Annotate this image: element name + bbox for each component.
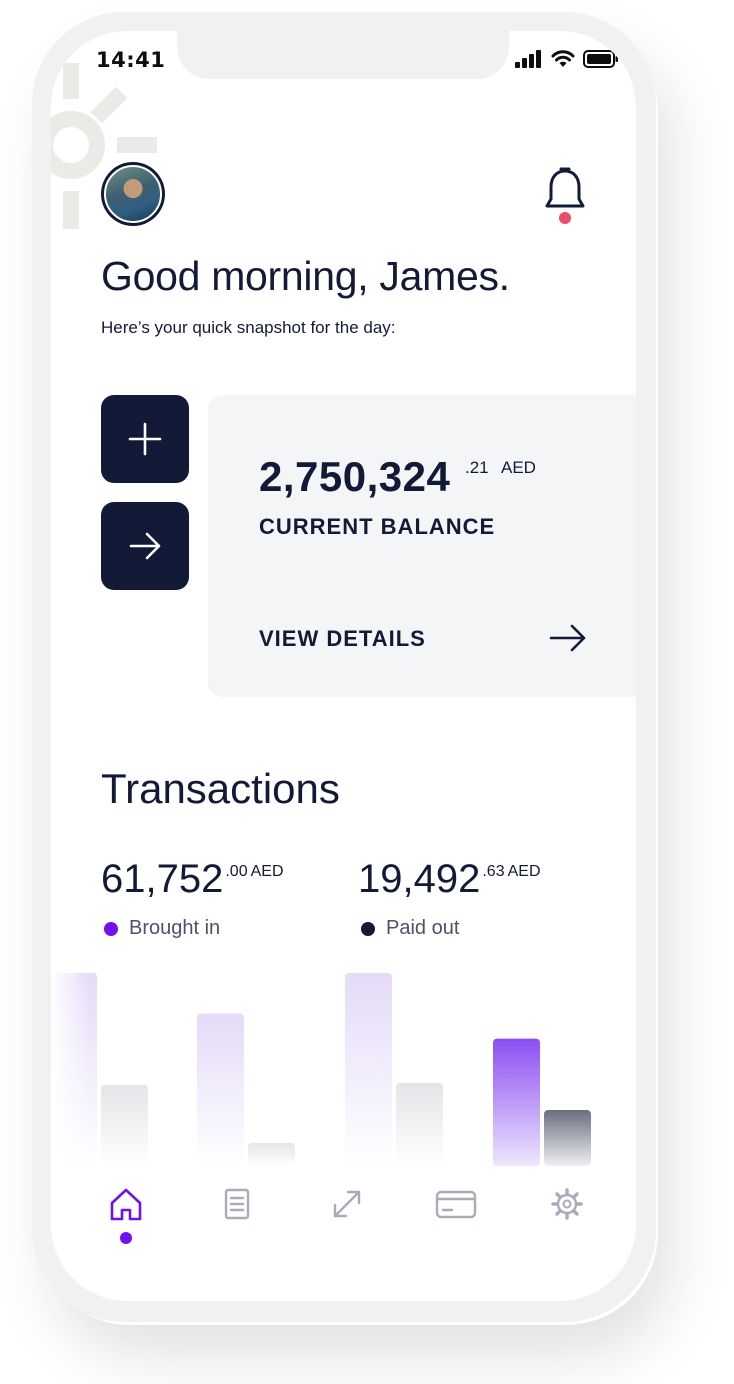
paid-out-dot <box>361 921 375 936</box>
avatar-photo <box>104 165 162 223</box>
home-icon <box>110 1188 142 1221</box>
nav-settings[interactable] <box>549 1186 585 1226</box>
brought-in-stat: 61,752.00 AED Brought in <box>101 857 284 939</box>
brought-in-label: Brought in <box>129 917 221 939</box>
balance-currency: AED <box>501 458 536 477</box>
notch <box>177 31 509 79</box>
balance-card[interactable]: 2,750,324 .21 AED CURRENT BALANCE VIEW D… <box>208 395 636 697</box>
greeting-subtitle: Here’s your quick snapshot for the day: <box>101 318 396 337</box>
status-time: 14:41 <box>96 48 166 72</box>
view-details-arrow-icon[interactable] <box>548 623 588 653</box>
transactions-chart <box>51 966 591 1176</box>
balance-cents: .21 <box>465 458 489 477</box>
brought-in-bar-1 <box>197 1013 244 1166</box>
avatar[interactable] <box>101 162 165 226</box>
balance-label: CURRENT BALANCE <box>259 514 496 539</box>
nav-active-indicator <box>120 1232 132 1244</box>
paid-out-bar-0 <box>101 1084 148 1166</box>
chart-fade-overlay <box>51 966 91 1176</box>
add-button[interactable] <box>101 395 189 483</box>
card-icon <box>435 1190 477 1219</box>
paid-out-stat: 19,492.63 AED Paid out <box>358 857 541 939</box>
paid-out-currency: AED <box>507 863 541 880</box>
transactions-title: Transactions <box>101 765 340 812</box>
brought-in-bar-2 <box>345 973 392 1166</box>
brought-in-amount: 61,752 <box>101 857 224 901</box>
paid-out-label: Paid out <box>386 917 460 939</box>
phone-screen: 14:41 Good morning, James. Here’s your q… <box>51 31 636 1301</box>
status-icons <box>515 50 619 68</box>
nav-transfer[interactable] <box>329 1186 365 1226</box>
bottom-navigation <box>51 1174 636 1254</box>
send-button[interactable] <box>101 502 189 590</box>
paid-out-bar-3 <box>544 1110 591 1166</box>
arrow-right-icon <box>129 532 161 560</box>
balance-amount: 2,750,324 <box>259 453 451 500</box>
brought-in-cents: .00 <box>225 863 248 880</box>
notification-dot <box>559 212 571 224</box>
paid-out-bar-2 <box>396 1083 443 1166</box>
nav-cards[interactable] <box>434 1186 478 1226</box>
nav-home[interactable] <box>108 1186 144 1226</box>
brought-in-dot <box>104 921 118 936</box>
wifi-icon <box>551 50 575 67</box>
paid-out-legend: Paid out <box>361 917 459 940</box>
battery-icon <box>583 50 618 68</box>
brought-in-legend: Brought in <box>104 917 220 940</box>
plus-icon <box>128 422 162 456</box>
greeting-title: Good morning, James. <box>101 253 510 299</box>
view-details-link[interactable]: VIEW DETAILS <box>259 626 426 652</box>
brought-in-bar-3 <box>493 1038 540 1166</box>
paid-out-bar-1 <box>248 1142 295 1166</box>
paid-out-cents: .63 <box>482 863 505 880</box>
paid-out-amount: 19,492 <box>358 857 481 901</box>
notification-bell-icon[interactable] <box>544 167 586 229</box>
settings-icon <box>551 1188 583 1220</box>
signal-icon <box>515 50 541 68</box>
nav-documents[interactable] <box>219 1186 255 1226</box>
transfer-icon <box>333 1190 361 1218</box>
brought-in-currency: AED <box>250 863 284 880</box>
document-icon <box>224 1188 250 1220</box>
